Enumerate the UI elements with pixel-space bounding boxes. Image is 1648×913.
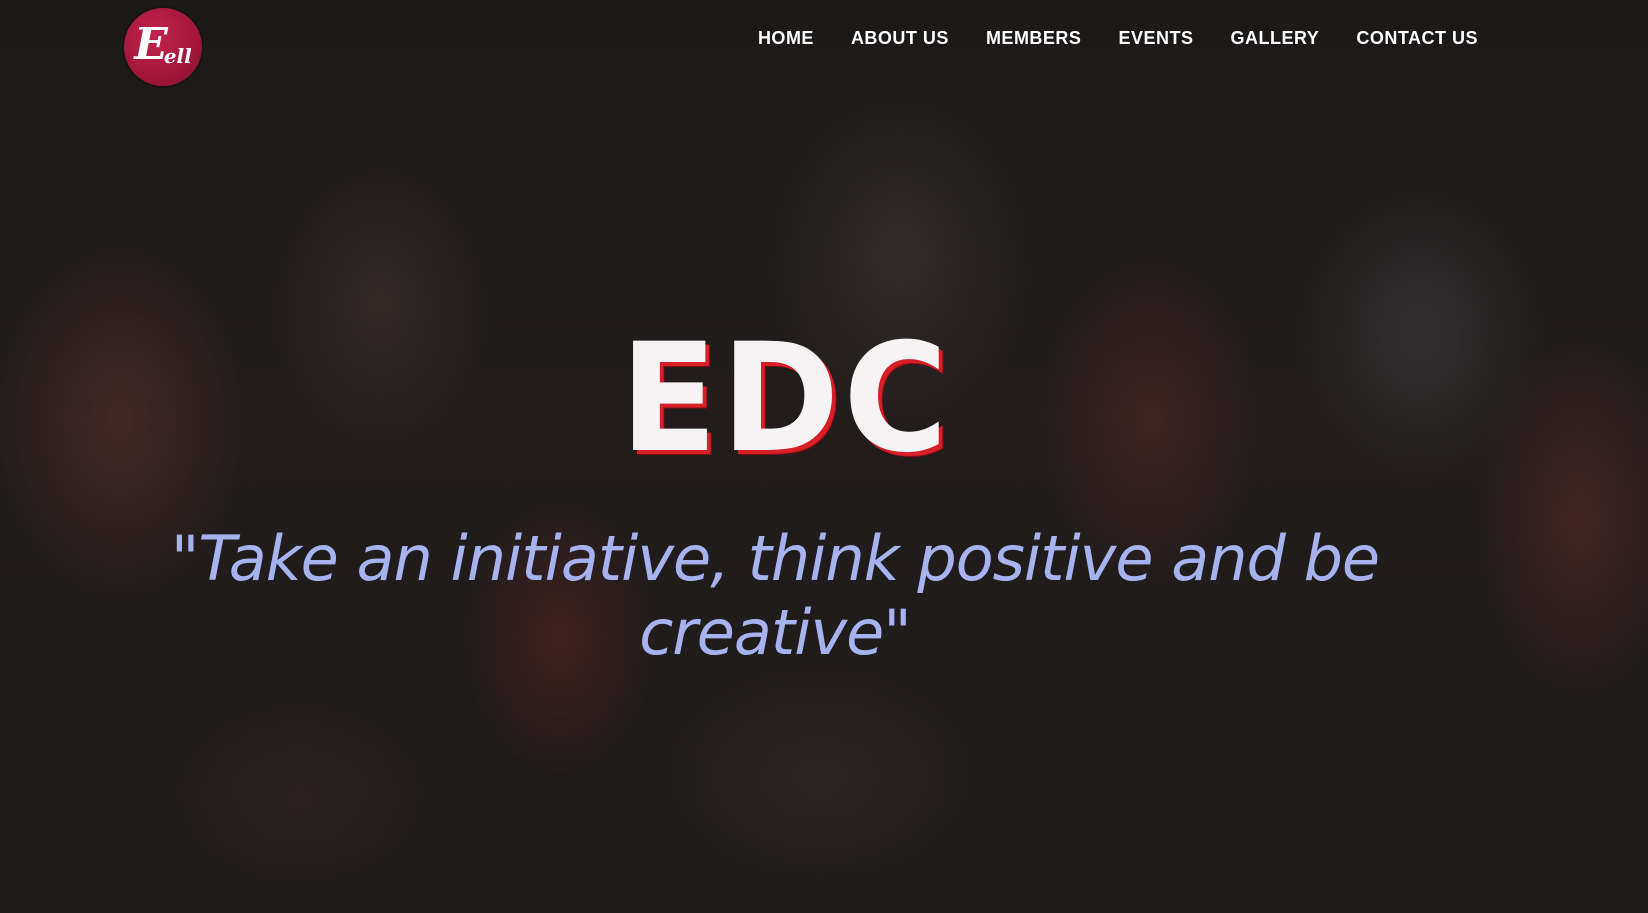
logo-letter: E <box>134 19 168 70</box>
logo-mark: E ell <box>124 8 202 86</box>
hero-quote: "Take an initiative, think positive and … <box>170 522 1380 669</box>
landing-page: E ell HOME ABOUT US MEMBERS EVENTS GALLE… <box>0 0 1648 913</box>
nav-item-gallery[interactable]: GALLERY <box>1230 28 1319 49</box>
nav-item-events[interactable]: EVENTS <box>1118 28 1193 49</box>
nav-item-members[interactable]: MEMBERS <box>986 28 1082 49</box>
main-nav: HOME ABOUT US MEMBERS EVENTS GALLERY CON… <box>721 28 1478 49</box>
logo-suffix: ell <box>163 44 192 68</box>
nav-item-home[interactable]: HOME <box>758 28 814 49</box>
nav-item-contact-us[interactable]: CONTACT US <box>1356 28 1478 49</box>
ecell-logo[interactable]: E ell <box>124 8 202 86</box>
nav-item-about-us[interactable]: ABOUT US <box>851 28 949 49</box>
hero-title: EDC <box>620 312 952 486</box>
